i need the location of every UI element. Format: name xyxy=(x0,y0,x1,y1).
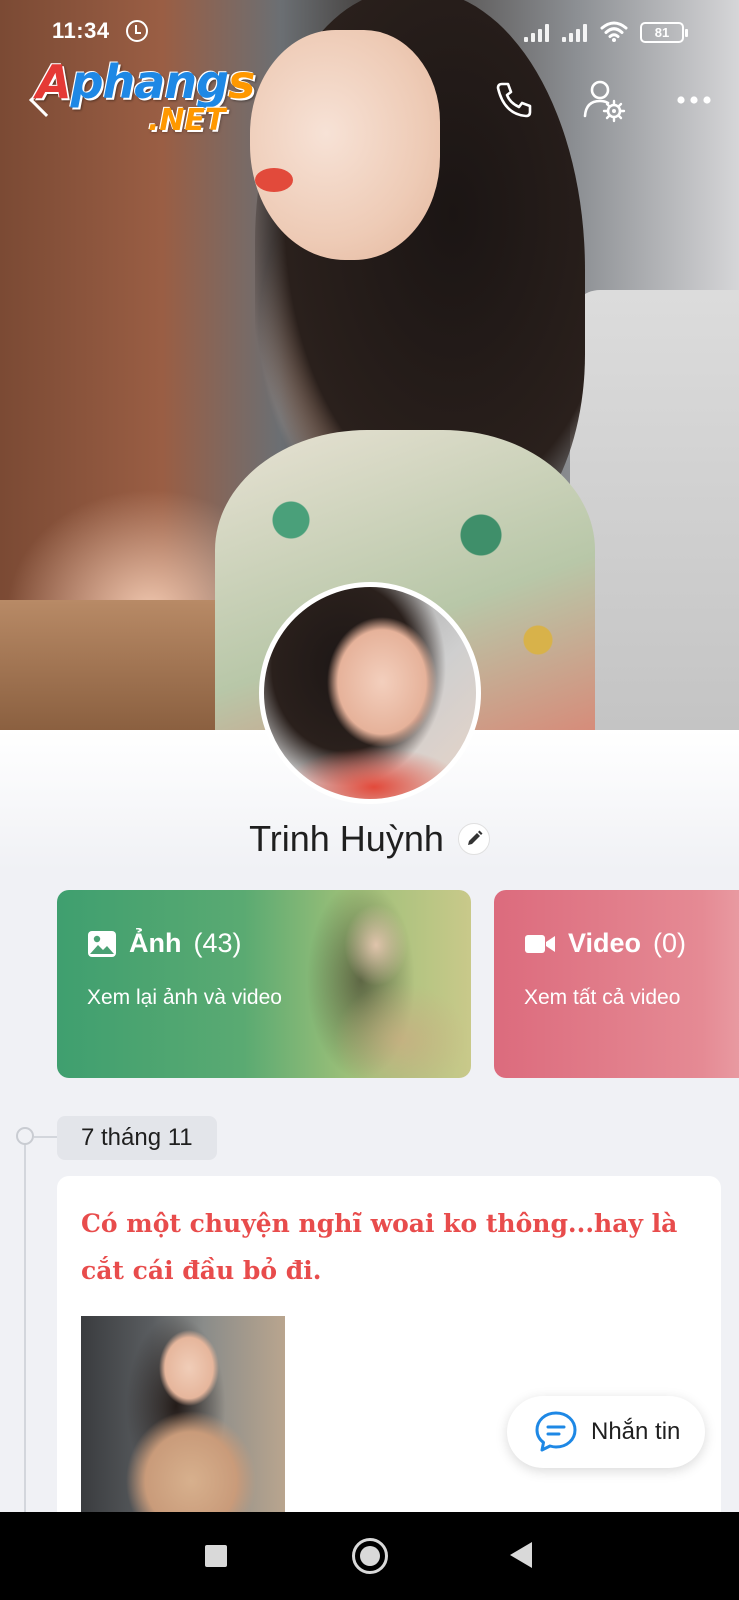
post-image[interactable] xyxy=(81,1316,285,1526)
timeline-post[interactable]: Có một chuyện nghĩ woai ko thông...hay l… xyxy=(57,1176,721,1526)
alarm-icon xyxy=(126,20,148,42)
profile-name: Trinh Huỳnh xyxy=(249,818,444,859)
status-time: 11:34 xyxy=(52,18,110,43)
timeline-connector xyxy=(34,1136,58,1138)
battery-icon: 81 xyxy=(640,22,688,43)
profile-name-row: Trinh Huỳnh xyxy=(0,818,739,860)
image-icon xyxy=(88,930,116,957)
photos-card[interactable]: Ảnh (43) Xem lại ảnh và video xyxy=(57,890,471,1078)
wifi-icon xyxy=(600,21,628,42)
more-icon[interactable] xyxy=(670,76,718,124)
recents-icon[interactable] xyxy=(205,1545,227,1567)
timeline-line xyxy=(24,1132,26,1512)
profile-screen: 11:34 81 Aphangs .NET Trinh Huỳnh Ảnh (4… xyxy=(0,0,739,1600)
phone-icon[interactable] xyxy=(490,76,538,124)
logo-sub-text: .NET xyxy=(148,103,226,138)
message-button-label: Nhắn tin xyxy=(591,1418,681,1445)
videos-count: (0) xyxy=(653,928,687,958)
message-button[interactable]: Nhắn tin xyxy=(507,1396,705,1468)
user-settings-icon[interactable] xyxy=(580,76,628,124)
post-text: Có một chuyện nghĩ woai ko thông...hay l… xyxy=(81,1209,678,1285)
videos-card[interactable]: Video (0) Xem tất cả video xyxy=(494,890,739,1078)
videos-card-title: Video (0) xyxy=(524,928,686,959)
timeline-dot xyxy=(16,1127,34,1145)
nav-back-icon[interactable] xyxy=(510,1542,532,1568)
video-camera-icon xyxy=(525,934,555,953)
signal-icon-2 xyxy=(562,22,592,42)
photos-subtitle: Xem lại ảnh và video xyxy=(87,986,282,1009)
cover-lips-detail xyxy=(255,168,293,192)
photos-label: Ảnh xyxy=(129,928,182,958)
photos-card-title: Ảnh (43) xyxy=(87,928,242,959)
site-logo: Aphangs .NET xyxy=(36,55,266,145)
avatar[interactable] xyxy=(259,582,481,804)
cover-face-detail xyxy=(250,30,440,260)
signal-icon xyxy=(524,22,554,42)
edit-name-button[interactable] xyxy=(457,823,490,855)
timeline-date: 7 tháng 11 xyxy=(57,1116,217,1160)
logo-main-text: Aphangs xyxy=(36,55,255,109)
chat-bubble-icon xyxy=(535,1411,577,1452)
videos-label: Video xyxy=(568,928,642,958)
pencil-icon xyxy=(467,830,483,845)
photos-count: (43) xyxy=(193,928,242,958)
videos-subtitle: Xem tất cả video xyxy=(524,986,681,1009)
home-icon[interactable] xyxy=(352,1538,388,1574)
cover-sofa-detail xyxy=(570,290,739,730)
photos-card-thumbnail xyxy=(281,890,471,1078)
